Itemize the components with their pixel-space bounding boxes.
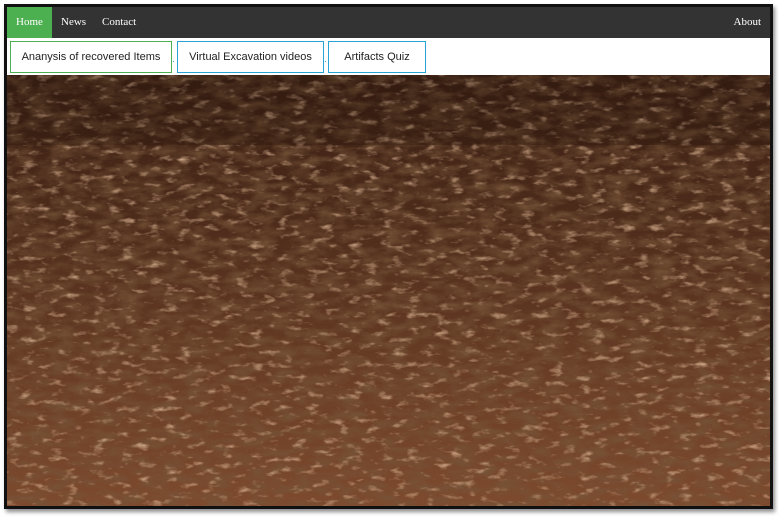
tab-analysis-recovered-items[interactable]: Ananysis of recovered Items — [10, 41, 172, 73]
tab-separator: . — [324, 54, 327, 65]
nav-contact-link[interactable]: Contact — [102, 7, 136, 38]
hero-soil-image — [7, 75, 770, 506]
tab-artifacts-quiz[interactable]: Artifacts Quiz — [328, 41, 426, 73]
tab-separator: . — [172, 54, 175, 65]
nav-about-link[interactable]: About — [734, 7, 762, 38]
section-tab-bar: Ananysis of recovered Items . Virtual Ex… — [7, 38, 770, 75]
nav-news-link[interactable]: News — [61, 7, 86, 38]
soil-texture-image — [7, 75, 770, 506]
tab-virtual-excavation-videos[interactable]: Virtual Excavation videos — [177, 41, 324, 73]
browser-frame: Home News Contact About Ananysis of reco… — [4, 4, 773, 509]
top-navigation-bar: Home News Contact About — [7, 7, 770, 38]
nav-home-link[interactable]: Home — [7, 7, 52, 38]
